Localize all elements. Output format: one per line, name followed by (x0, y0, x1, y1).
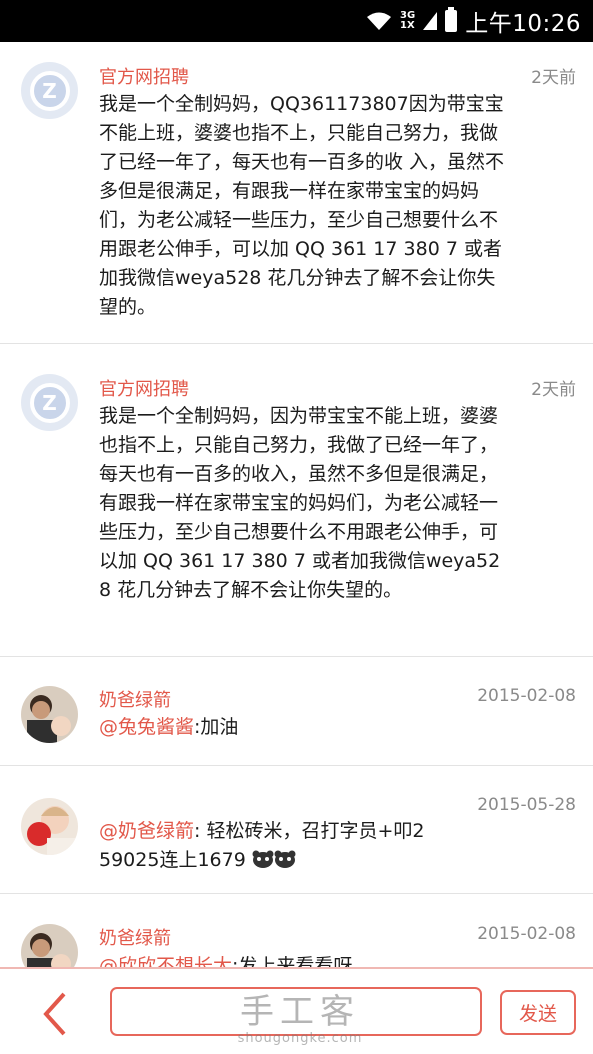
mention-link[interactable]: @兔兔酱酱 (99, 716, 194, 738)
comment-time: 2015-02-08 (477, 686, 576, 706)
comment-text: @欣欣不想长大:发上来看看呀 (99, 952, 509, 967)
reply-text: :加油 (194, 716, 239, 738)
user-photo-icon (21, 924, 78, 967)
comment-author[interactable]: 官方网招聘 (99, 375, 189, 401)
clock: 上午10:26 (465, 11, 581, 37)
bear-emoji-icon (252, 850, 274, 868)
comment-author[interactable]: 奶爸绿箭 (99, 686, 171, 712)
comment-item[interactable]: 奶爸绿箭 2015-02-08 @兔兔酱酱:加油 (0, 657, 593, 766)
comment-list[interactable]: Z 官方网招聘 2天前 我是一个全制妈妈，QQ361173807因为带宝宝不能上… (0, 42, 593, 967)
signal-icon (423, 12, 438, 30)
network-type-bottom: 1X (400, 20, 415, 31)
comment-item[interactable]: Z 官方网招聘 2天前 我是一个全制妈妈，QQ361173807因为带宝宝不能上… (0, 42, 593, 344)
status-bar: 3G 1X 上午10:26 (0, 0, 593, 42)
network-indicator: 3G 1X (400, 11, 415, 31)
comment-time: 2天前 (531, 380, 576, 400)
zhaopin-logo-icon: Z (29, 70, 70, 111)
comment-text: @奶爸绿箭: 轻松砖米，召打字员+叩259025连上1679 (99, 817, 429, 875)
comment-item[interactable]: 2015-05-28 @奶爸绿箭: 轻松砖米，召打字员+叩259025连上167… (0, 766, 593, 894)
comment-text: @兔兔酱酱:加油 (99, 713, 509, 742)
reply-text: :发上来看看呀 (232, 955, 353, 967)
mention-link[interactable]: @欣欣不想长大 (99, 955, 232, 967)
comment-time: 2天前 (531, 68, 576, 88)
zhaopin-logo-icon: Z (29, 382, 70, 423)
comment-author[interactable]: 官方网招聘 (99, 63, 189, 89)
avatar[interactable]: Z (21, 62, 78, 119)
bear-emoji-icon (274, 850, 296, 868)
comment-author[interactable]: 奶爸绿箭 (99, 924, 171, 950)
comment-item[interactable]: Z 官方网招聘 2天前 我是一个全制妈妈，因为带宝宝不能上班，婆婆也指不上，只能… (0, 344, 593, 657)
avatar[interactable]: Z (21, 374, 78, 431)
send-button[interactable]: 发送 (500, 990, 576, 1035)
comment-text: 我是一个全制妈妈，QQ361173807因为带宝宝不能上班，婆婆也指不上，只能自… (99, 93, 505, 318)
avatar[interactable] (21, 924, 78, 967)
comment-time: 2015-02-08 (477, 924, 576, 944)
reply-bar: 发送 (0, 967, 593, 1054)
comment-time: 2015-05-28 (477, 795, 576, 815)
battery-icon (445, 7, 458, 32)
user-photo-icon (21, 686, 78, 743)
user-photo-icon (21, 798, 78, 855)
reply-input[interactable] (110, 987, 482, 1036)
wifi-icon (367, 12, 392, 30)
back-arrow-icon[interactable] (36, 991, 76, 1037)
mention-link[interactable]: @奶爸绿箭 (99, 820, 194, 842)
avatar[interactable] (21, 798, 78, 855)
comment-item[interactable]: 奶爸绿箭 2015-02-08 @欣欣不想长大:发上来看看呀 (0, 894, 593, 967)
avatar[interactable] (21, 686, 78, 743)
comment-text: 我是一个全制妈妈，因为带宝宝不能上班，婆婆也指不上，只能自己努力，我做了已经一年… (99, 405, 501, 601)
